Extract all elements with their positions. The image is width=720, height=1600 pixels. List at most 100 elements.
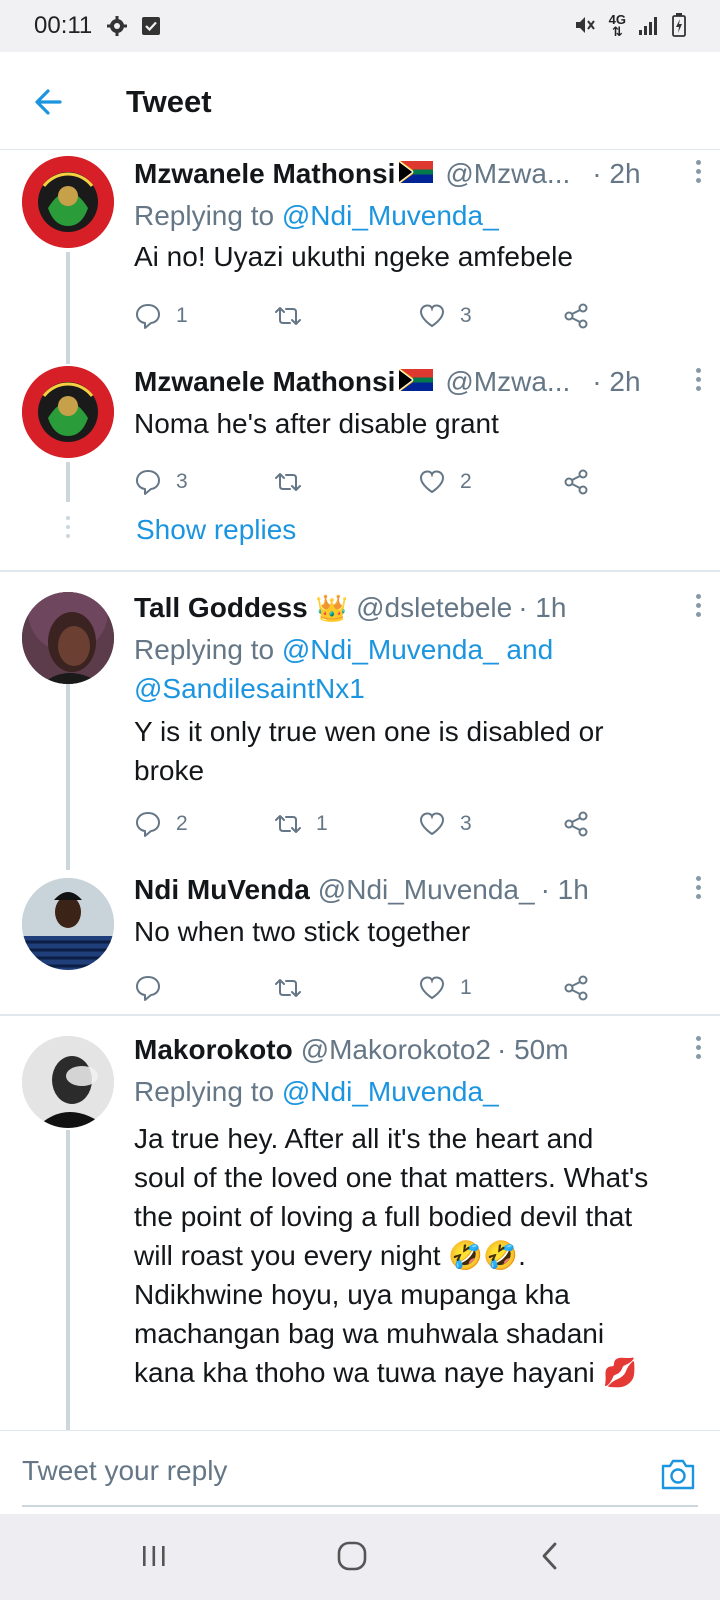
author-handle[interactable]: @Mzwa... xyxy=(445,366,570,398)
south-africa-flag-icon xyxy=(398,366,434,392)
replying-to: Replying to @Ndi_Muvenda_ xyxy=(134,196,696,235)
reply-button[interactable] xyxy=(134,968,176,1008)
system-nav-bar xyxy=(0,1514,720,1600)
reply-icon xyxy=(136,812,160,837)
more-icon[interactable] xyxy=(696,1036,704,1062)
retweet-icon xyxy=(275,473,301,491)
more-icon[interactable] xyxy=(696,594,704,620)
mention-link[interactable]: @Ndi_Muvenda_ xyxy=(282,1076,499,1107)
tweet-actions: 1 3 xyxy=(134,296,604,336)
share-button[interactable] xyxy=(562,462,590,502)
checkbox-icon xyxy=(140,15,162,37)
avatar[interactable] xyxy=(22,592,114,684)
retweet-button[interactable] xyxy=(274,296,316,336)
retweet-button[interactable]: 1 xyxy=(274,804,328,844)
like-count: 3 xyxy=(460,304,472,327)
replying-prefix: Replying to xyxy=(134,634,282,665)
more-icon[interactable] xyxy=(696,368,704,394)
heart-icon xyxy=(419,976,445,1000)
mute-icon xyxy=(573,13,597,40)
reply-bar: Tweet your reply xyxy=(0,1430,720,1514)
retweet-icon xyxy=(275,307,301,325)
divider xyxy=(0,1014,720,1016)
network-label: 4G xyxy=(608,12,626,27)
mention-link[interactable]: @SandilesaintNx1 xyxy=(134,673,365,704)
author-name[interactable]: Mzwanele Mathonsi xyxy=(134,158,395,190)
status-right: 4G ⇅ xyxy=(573,12,686,40)
share-icon xyxy=(564,811,588,837)
replies-feed[interactable]: Mzwanele Mathonsi @Mzwa... · 2h Replying… xyxy=(0,150,720,1430)
tweet-text: Ai no! Uyazi ukuthi ngeke amfebele xyxy=(134,241,573,272)
tweet-time: · 2h xyxy=(592,158,641,189)
replying-to: Replying to @Ndi_Muvenda_ xyxy=(134,1072,696,1111)
like-button[interactable]: 3 xyxy=(418,804,472,844)
heart-icon xyxy=(419,470,445,494)
south-africa-flag-icon xyxy=(398,158,434,184)
author-name[interactable]: Makorokoto xyxy=(134,1034,293,1066)
more-icon[interactable] xyxy=(696,876,704,902)
show-replies-link[interactable]: Show replies xyxy=(136,514,296,546)
tweet-time: · 50m xyxy=(496,1034,569,1065)
avatar[interactable] xyxy=(22,156,114,248)
author-handle[interactable]: @Makorokoto2 xyxy=(301,1034,491,1066)
arrow-left-icon[interactable] xyxy=(30,82,70,122)
reply-button[interactable]: 1 xyxy=(134,296,188,336)
gear-icon xyxy=(106,15,128,37)
reply-count: 3 xyxy=(176,470,188,493)
crown-emoji-icon: 👑 xyxy=(315,593,349,623)
author-name[interactable]: Tall Goddess xyxy=(134,592,308,624)
mention-link[interactable]: @Ndi_Muvenda_ and xyxy=(282,634,553,665)
tweet-time: · 1h xyxy=(518,592,567,623)
thread-line xyxy=(66,684,70,870)
retweet-button[interactable] xyxy=(274,462,316,502)
share-icon xyxy=(564,469,588,495)
reply-count: 1 xyxy=(176,304,188,327)
avatar[interactable] xyxy=(22,366,114,458)
tweet-text: Ja true hey. After all it's the heart an… xyxy=(134,1119,696,1392)
like-button[interactable]: 1 xyxy=(418,968,472,1008)
tweet-text-line: broke xyxy=(134,755,205,786)
tweet-text: No when two stick together xyxy=(134,916,471,947)
thread-dots xyxy=(66,516,70,543)
reply-icon xyxy=(136,976,160,1001)
avatar[interactable] xyxy=(22,1036,114,1128)
recents-icon[interactable] xyxy=(134,1536,174,1576)
camera-icon[interactable] xyxy=(660,1457,696,1491)
4g-icon: 4G ⇅ xyxy=(608,12,626,39)
retweet-icon xyxy=(275,815,301,833)
home-icon[interactable] xyxy=(332,1536,372,1576)
heart-icon xyxy=(419,812,445,836)
share-button[interactable] xyxy=(562,804,590,844)
tweet-text-line: kana kha thoho wa tuwa naye hayani 💋 xyxy=(134,1357,638,1388)
author-name[interactable]: Mzwanele Mathonsi xyxy=(134,366,395,398)
tweet-text-line: will roast you every night 🤣🤣. xyxy=(134,1240,526,1271)
tweet-time: · 2h xyxy=(592,366,641,397)
reply-input[interactable]: Tweet your reply xyxy=(22,1455,622,1495)
replying-prefix: Replying to xyxy=(134,200,282,231)
tweet-text-line: Ja true hey. After all it's the heart an… xyxy=(134,1123,594,1154)
share-button[interactable] xyxy=(562,968,590,1008)
avatar[interactable] xyxy=(22,878,114,970)
author-handle[interactable]: @Ndi_Muvenda_ xyxy=(318,874,535,906)
author-name[interactable]: Ndi MuVenda xyxy=(134,874,310,906)
share-button[interactable] xyxy=(562,296,590,336)
reply-button[interactable]: 3 xyxy=(134,462,188,502)
back-icon[interactable] xyxy=(530,1536,570,1576)
mention-link[interactable]: @Ndi_Muvenda_ xyxy=(282,200,499,231)
author-handle[interactable]: @dsletebele xyxy=(356,592,512,624)
like-button[interactable]: 2 xyxy=(418,462,472,502)
more-icon[interactable] xyxy=(696,160,704,186)
reply-underline xyxy=(22,1505,698,1507)
replying-prefix: Replying to xyxy=(134,1076,282,1107)
battery-icon xyxy=(672,12,686,40)
author-handle[interactable]: @Mzwa... xyxy=(445,158,570,190)
like-button[interactable]: 3 xyxy=(418,296,472,336)
share-icon xyxy=(564,303,588,329)
reply-button[interactable]: 2 xyxy=(134,804,188,844)
thread-line xyxy=(66,1130,70,1430)
retweet-count: 1 xyxy=(316,812,328,835)
status-time: 00:11 xyxy=(34,12,93,39)
thread-line xyxy=(66,252,70,364)
retweet-button[interactable] xyxy=(274,968,316,1008)
heart-icon xyxy=(419,304,445,328)
